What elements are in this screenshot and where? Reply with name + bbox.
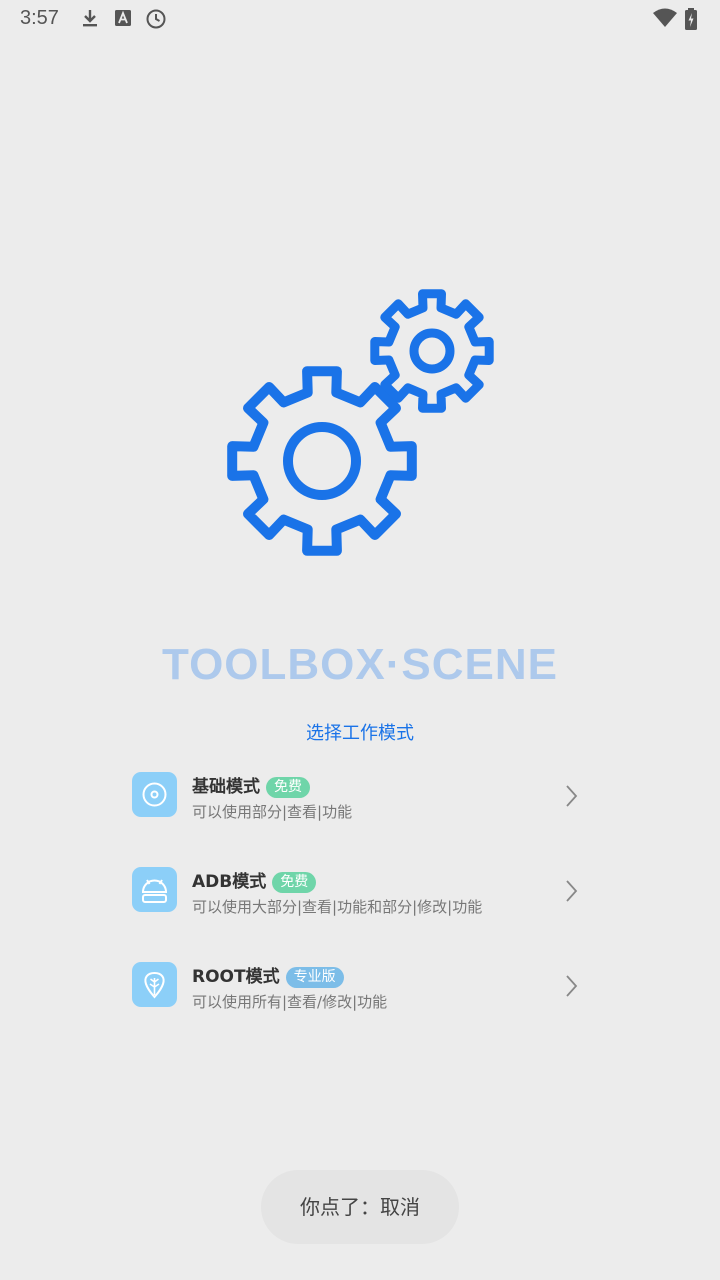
mode-name-label: ADB模式	[192, 872, 267, 892]
chevron-right-icon	[566, 880, 578, 902]
chevron-right-icon	[566, 785, 578, 807]
disc-icon	[132, 772, 177, 817]
status-bar: 3:57	[0, 0, 720, 38]
mode-name-label: 基础模式	[192, 777, 260, 797]
text-a-icon	[115, 10, 131, 26]
android-icon	[132, 867, 177, 912]
mode-prompt: 选择工作模式	[306, 723, 414, 744]
mode-item-adb[interactable]: ADB模式 免费 可以使用大部分|查看|功能和部分|修改|功能	[120, 859, 600, 939]
battery-charging-icon	[685, 8, 697, 30]
mode-name-label: ROOT模式	[192, 967, 280, 987]
shield-leaf-icon	[132, 962, 177, 1007]
mode-name: ADB模式 免费	[192, 867, 317, 893]
clock-icon	[146, 9, 166, 29]
free-badge: 免费	[272, 872, 317, 893]
mode-description: 可以使用大部分|查看|功能和部分|修改|功能	[192, 898, 483, 916]
toast-message: 你点了：取消	[261, 1170, 459, 1244]
mode-description: 可以使用部分|查看|功能	[192, 803, 353, 821]
status-time: 3:57	[20, 7, 59, 29]
wifi-icon	[653, 8, 677, 27]
pro-badge: 专业版	[285, 967, 344, 988]
app-title: TOOLBOX·SCENE	[161, 640, 558, 689]
mode-name: ROOT模式 专业版	[192, 962, 344, 988]
download-icon	[83, 10, 97, 27]
gears-icon	[227, 289, 494, 556]
mode-item-root[interactable]: ROOT模式 专业版 可以使用所有|查看/修改|功能	[120, 954, 600, 1034]
mode-description: 可以使用所有|查看/修改|功能	[192, 993, 388, 1011]
chevron-right-icon	[566, 975, 578, 997]
mode-name: 基础模式 免费	[192, 772, 310, 798]
mode-item-basic[interactable]: 基础模式 免费 可以使用部分|查看|功能	[120, 764, 600, 844]
free-badge: 免费	[266, 777, 310, 798]
